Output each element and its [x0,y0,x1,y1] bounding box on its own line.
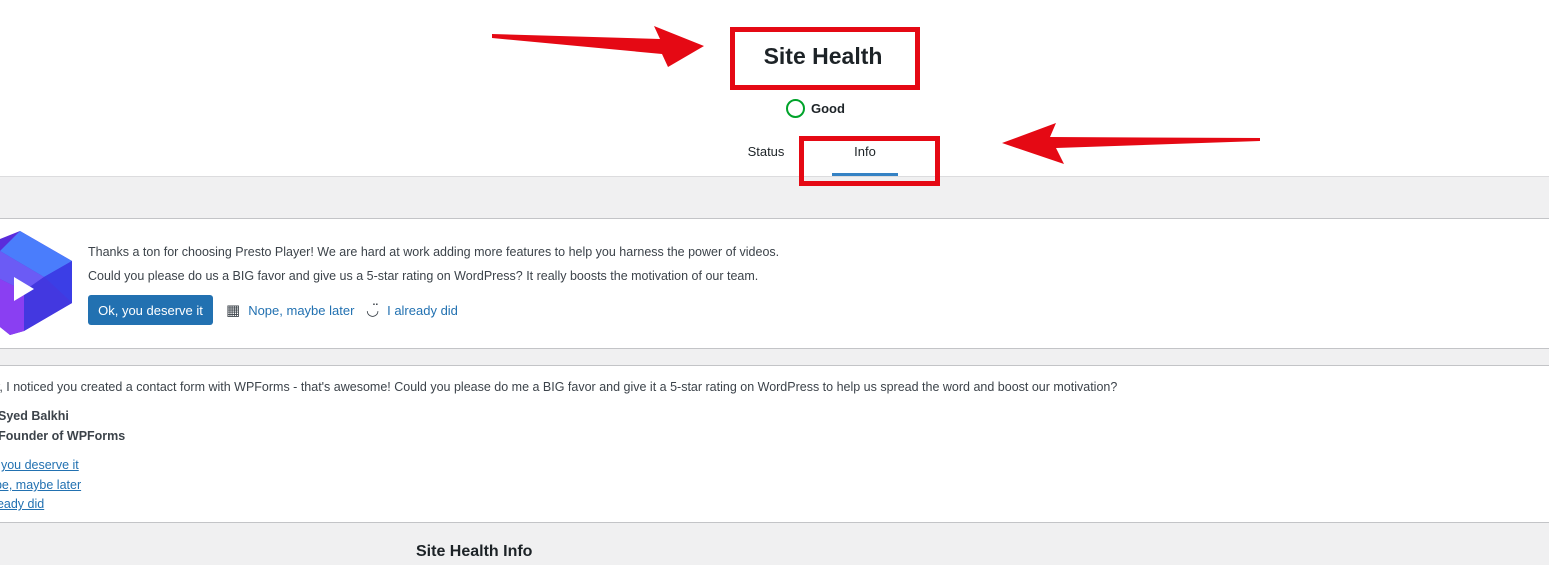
annotation-arrow-left [492,26,704,67]
annotation-box-title [730,27,920,90]
presto-notice-line-1: Thanks a ton for choosing Presto Player!… [88,245,780,259]
rate-ok-button[interactable]: Ok, you deserve it [88,295,213,325]
maybe-later-link[interactable]: ▦ Nope, maybe later [226,303,354,318]
tab-status[interactable]: Status [736,132,796,176]
wpforms-later-link[interactable]: ope, maybe later [0,478,81,492]
maybe-later-label: Nope, maybe later [248,303,355,318]
wpforms-ok-link[interactable]: , you deserve it [0,458,79,472]
wpforms-rating-notice: y, I noticed you created a contact form … [0,365,1549,523]
status-good-icon [786,98,805,118]
smiley-icon: ◡̈ [366,302,380,319]
health-status: Good [786,98,845,118]
annotation-box-info-tab [799,136,940,186]
already-did-link[interactable]: ◡̈ I already did [366,303,458,318]
already-did-label: I already did [387,303,458,318]
signature-name: Syed Balkhi [0,409,69,423]
annotation-arrow-right [1002,123,1260,164]
presto-player-logo-icon [0,231,72,335]
signature-role: -Founder of WPForms [0,429,126,443]
site-health-info-heading: Site Health Info [416,543,533,560]
presto-notice-line-2: Could you please do us a BIG favor and g… [88,269,759,283]
calendar-icon: ▦ [226,302,241,319]
presto-player-rating-notice: Thanks a ton for choosing Presto Player!… [0,218,1549,349]
wpforms-did-link[interactable]: lready did [0,497,44,511]
wpforms-notice-text: y, I noticed you created a contact form … [0,380,1118,394]
health-status-label: Good [811,100,845,116]
